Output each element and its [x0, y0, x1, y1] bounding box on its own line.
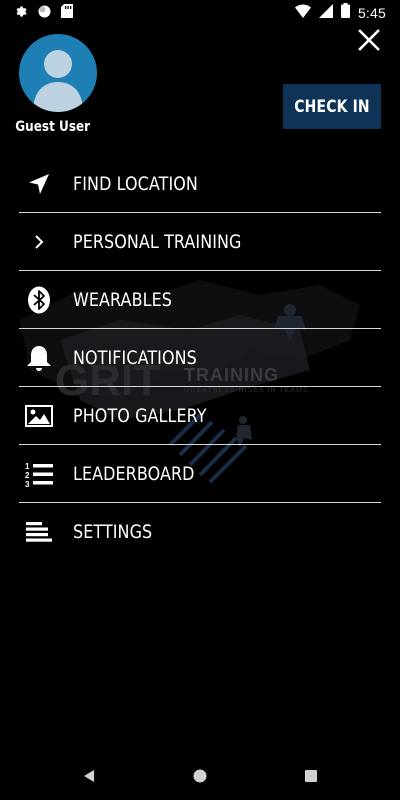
drawer-menu: FIND LOCATION PERSONAL TRAINING WEARABLE…	[19, 155, 381, 561]
circle-icon	[38, 5, 51, 23]
recents-icon[interactable]	[304, 769, 318, 783]
svg-text:3: 3	[25, 480, 30, 487]
menu-item-wearables[interactable]: WEARABLES	[19, 271, 381, 329]
menu-item-leaderboard[interactable]: 1 2 3 LEADERBOARD	[19, 445, 381, 503]
menu-item-find-location[interactable]: FIND LOCATION	[19, 155, 381, 213]
navigation-arrow-icon	[25, 170, 53, 198]
menu-item-personal-training[interactable]: PERSONAL TRAINING	[19, 213, 381, 271]
numbered-list-icon: 1 2 3	[25, 460, 53, 488]
home-icon[interactable]	[193, 769, 207, 783]
check-in-button[interactable]: CHECK IN	[283, 84, 381, 129]
menu-item-label: SETTINGS	[73, 521, 153, 543]
user-name: Guest User	[15, 119, 91, 135]
svg-text:2: 2	[25, 471, 30, 480]
menu-item-photo-gallery[interactable]: PHOTO GALLERY	[19, 387, 381, 445]
signal-icon	[318, 3, 333, 23]
menu-item-label: WEARABLES	[73, 288, 172, 311]
back-icon[interactable]	[82, 769, 96, 783]
sd-card-icon	[61, 4, 73, 23]
menu-item-settings[interactable]: SETTINGS	[19, 503, 381, 561]
menu-item-label: LEADERBOARD	[73, 462, 195, 485]
menu-item-label: FIND LOCATION	[73, 172, 198, 195]
align-left-icon	[25, 518, 53, 546]
svg-text:1: 1	[25, 462, 30, 471]
chevron-right-icon	[25, 228, 53, 256]
bell-icon	[25, 344, 53, 372]
menu-item-label: PERSONAL TRAINING	[73, 230, 242, 253]
close-icon[interactable]	[358, 29, 380, 51]
status-bar: 5:45	[0, 0, 400, 24]
wifi-icon	[294, 4, 311, 23]
battery-icon	[340, 3, 350, 23]
avatar[interactable]	[19, 34, 97, 112]
menu-item-notifications[interactable]: NOTIFICATIONS	[19, 329, 381, 387]
menu-item-label: NOTIFICATIONS	[73, 346, 197, 369]
status-time: 5:45	[357, 5, 386, 21]
menu-item-label: PHOTO GALLERY	[73, 404, 207, 427]
bluetooth-icon	[25, 286, 53, 314]
gear-icon	[14, 4, 28, 23]
image-icon	[25, 402, 53, 430]
system-nav-bar	[0, 752, 400, 800]
